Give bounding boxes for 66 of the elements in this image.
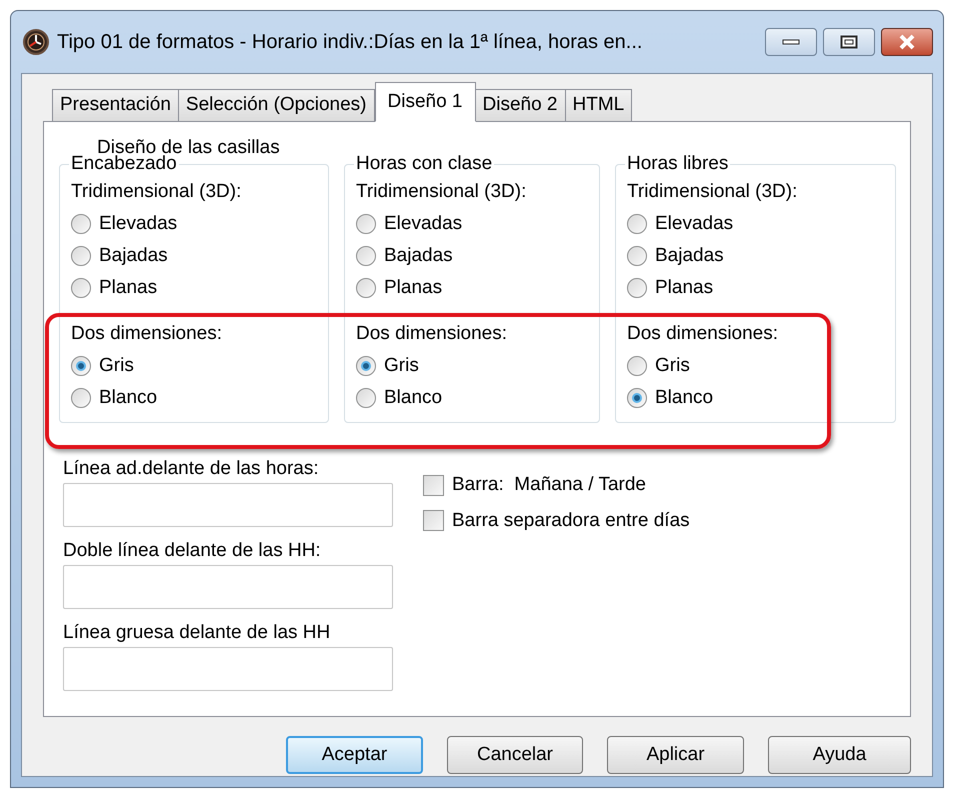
group-title: Encabezado	[70, 153, 177, 176]
group-label: Dos dimensiones:	[356, 322, 508, 346]
tab[interactable]: Selección (Opciones)	[178, 89, 374, 122]
dialog-button[interactable]: Cancelar	[447, 736, 583, 774]
radio-label[interactable]: Bajadas	[99, 242, 168, 270]
checkbox[interactable]	[423, 474, 444, 496]
group-label: Tridimensional (3D):	[71, 180, 242, 204]
radio-button[interactable]	[627, 278, 647, 298]
radio-label[interactable]: Gris	[384, 352, 419, 380]
tab[interactable]: HTML	[564, 89, 632, 122]
radio-label[interactable]: Planas	[384, 274, 442, 302]
tab[interactable]: Diseño 2	[474, 89, 566, 122]
radio-label[interactable]: Elevadas	[655, 210, 734, 238]
close-button[interactable]	[881, 28, 933, 56]
group-label: Dos dimensiones:	[627, 322, 780, 346]
group-title: Horas libres	[626, 152, 730, 176]
radio-button[interactable]	[356, 278, 376, 298]
window-title: Tipo 01 de formatos - Horario indiv.:Días en la 1ª línea, horas en...	[57, 30, 642, 55]
field-label: Doble línea delante de las HH:	[63, 539, 322, 563]
radio-button[interactable]	[356, 356, 376, 376]
close-icon	[898, 34, 916, 50]
radio-label[interactable]: Blanco	[655, 384, 714, 412]
maximize-button[interactable]	[823, 28, 875, 56]
radio-button[interactable]	[627, 246, 647, 266]
group-label: Tridimensional (3D):	[356, 180, 528, 204]
radio-button[interactable]	[71, 246, 91, 266]
dialog-button[interactable]: Aceptar	[286, 736, 423, 774]
radio-label[interactable]: Gris	[655, 352, 690, 380]
radio-label[interactable]: Gris	[99, 352, 134, 380]
checkbox[interactable]	[423, 510, 444, 532]
radio-label[interactable]: Blanco	[99, 384, 158, 412]
radio-button[interactable]	[71, 214, 91, 234]
checkbox-label[interactable]: Barra separadora entre días	[452, 506, 690, 535]
dialog-button[interactable]: Aplicar	[607, 736, 744, 774]
dialog-button[interactable]: Ayuda	[768, 736, 911, 774]
group-title: Horas con clase	[355, 152, 494, 176]
maximize-icon	[840, 35, 858, 49]
radio-button[interactable]	[356, 388, 376, 408]
radio-button[interactable]	[627, 388, 647, 408]
radio-button[interactable]	[71, 388, 91, 408]
radio-label[interactable]: Elevadas	[384, 210, 462, 238]
checkbox-label[interactable]: Barra: Mañana / Tarde	[452, 471, 646, 500]
radio-label[interactable]: Planas	[99, 274, 158, 302]
tab[interactable]: Diseño 1	[374, 82, 476, 122]
radio-button[interactable]	[356, 214, 376, 234]
input-field[interactable]	[63, 565, 393, 609]
minimize-icon	[782, 39, 800, 45]
field-label: Línea gruesa delante de las HH	[63, 621, 332, 645]
group-label: Tridimensional (3D):	[627, 180, 798, 204]
radio-button[interactable]	[71, 278, 91, 298]
radio-label[interactable]: Elevadas	[99, 210, 178, 238]
tab[interactable]: Presentación	[52, 89, 179, 122]
radio-button[interactable]	[356, 246, 376, 266]
radio-button[interactable]	[627, 356, 647, 376]
minimize-button[interactable]	[765, 28, 817, 56]
input-field[interactable]	[63, 483, 393, 527]
field-label: Línea ad.delante de las horas:	[63, 457, 320, 481]
radio-label[interactable]: Bajadas	[384, 242, 453, 270]
radio-button[interactable]	[71, 356, 91, 376]
radio-label[interactable]: Bajadas	[655, 242, 724, 270]
group-label: Dos dimensiones:	[71, 322, 224, 346]
clock-icon	[23, 29, 49, 55]
input-field[interactable]	[63, 647, 393, 691]
radio-label[interactable]: Blanco	[384, 384, 442, 412]
radio-label[interactable]: Planas	[655, 274, 714, 302]
radio-button[interactable]	[627, 214, 647, 234]
